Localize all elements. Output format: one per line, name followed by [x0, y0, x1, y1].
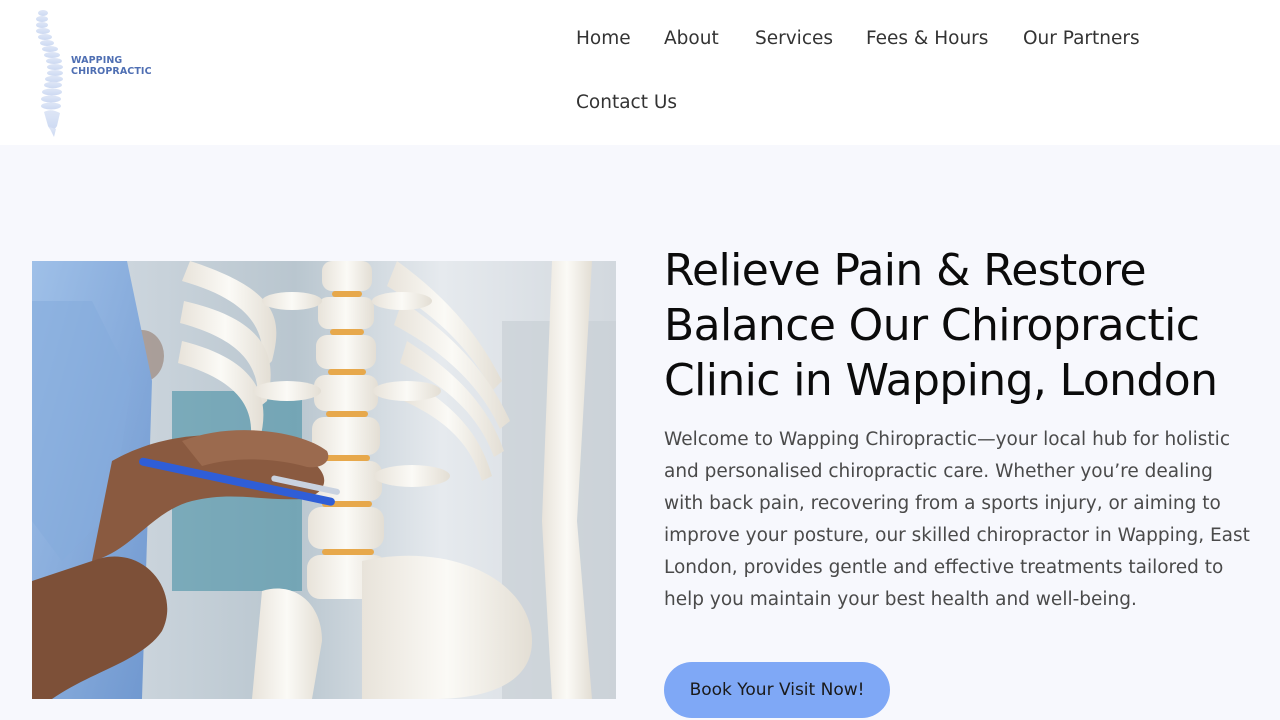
hero-section: Relieve Pain & Restore Balance Our Chiro…	[0, 145, 1280, 720]
site-header: WAPPING CHIROPRACTIC Home About Services…	[0, 0, 1280, 145]
book-visit-button[interactable]: Book Your Visit Now!	[664, 662, 890, 718]
spine-model-photo	[32, 261, 616, 699]
nav-about[interactable]: About	[664, 28, 719, 49]
nav-our-partners[interactable]: Our Partners	[1023, 28, 1140, 49]
brand-name-line1: WAPPING	[71, 55, 123, 66]
brand-name-line2: CHIROPRACTIC	[71, 66, 152, 77]
nav-contact-us[interactable]: Contact Us	[576, 92, 677, 113]
chiropractor-spine-illustration	[32, 261, 616, 699]
site-logo[interactable]: WAPPING CHIROPRACTIC	[30, 6, 160, 138]
nav-fees-hours[interactable]: Fees & Hours	[866, 28, 988, 49]
brand-wordmark: WAPPING CHIROPRACTIC	[71, 55, 152, 77]
hero-description: Welcome to Wapping Chiropractic—your loc…	[664, 429, 1250, 610]
hero-title: Relieve Pain & Restore Balance Our Chiro…	[664, 245, 1218, 406]
nav-services[interactable]: Services	[755, 28, 833, 49]
nav-home[interactable]: Home	[576, 28, 631, 49]
